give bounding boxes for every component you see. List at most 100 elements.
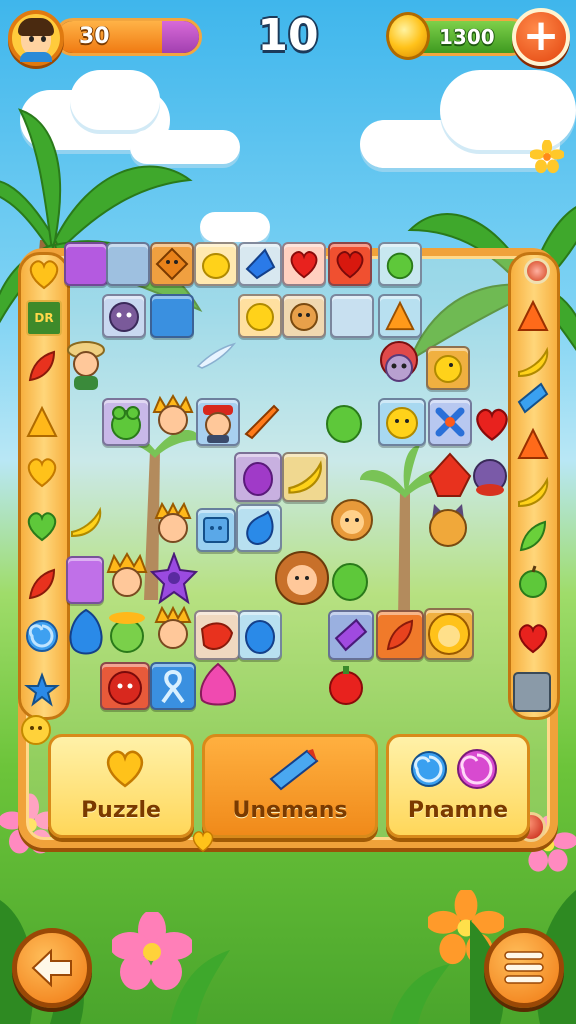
tile-green-apple[interactable] <box>378 242 422 286</box>
red-hair-character[interactable] <box>372 340 426 394</box>
spiky-hair-kid[interactable] <box>150 394 196 446</box>
swirl-candy-icon[interactable] <box>24 618 60 654</box>
tile-orange-diamond[interactable] <box>150 242 194 286</box>
spiky-kid-icon <box>106 552 148 597</box>
purple-flower-icon <box>150 552 198 605</box>
banana-icon[interactable] <box>515 344 551 380</box>
tile-dog-character[interactable] <box>282 294 326 338</box>
frog-kid[interactable] <box>104 608 150 658</box>
player-avatar[interactable] <box>8 10 64 66</box>
triangle-gem-icon[interactable] <box>515 298 551 334</box>
leaf-gem-icon[interactable] <box>24 348 60 384</box>
tile-red-heart[interactable] <box>282 242 326 286</box>
tile-purple-gem[interactable] <box>66 556 104 604</box>
puzzle-power-button[interactable]: Puzzle <box>48 734 194 838</box>
star-gem-icon[interactable] <box>24 672 60 708</box>
purple-flower[interactable] <box>150 552 198 606</box>
avatar-eye <box>41 36 46 42</box>
crown-kid[interactable] <box>150 604 196 658</box>
spiky-kid[interactable] <box>104 552 150 608</box>
robot-block-icon[interactable] <box>513 672 551 712</box>
bird-character-icon <box>473 459 507 496</box>
apple-icon <box>326 405 362 443</box>
heart-icon[interactable] <box>515 620 551 656</box>
blue-drop-icon <box>245 620 275 654</box>
banana[interactable] <box>66 504 106 540</box>
tile-monster[interactable] <box>102 294 146 338</box>
tile-purple-shard[interactable] <box>328 610 374 660</box>
tile-blue-drop[interactable] <box>238 610 282 660</box>
tile-blue-ribbon[interactable] <box>150 662 196 710</box>
pink-jelly[interactable] <box>196 660 240 708</box>
tile-red-heart[interactable] <box>328 242 372 286</box>
frog-icon <box>111 406 141 440</box>
tile-sun-lion[interactable] <box>424 608 474 660</box>
lion-cub[interactable] <box>328 496 376 546</box>
feather-icon <box>196 342 236 369</box>
arrow-token[interactable] <box>244 400 280 440</box>
lion-character-icon <box>275 551 329 605</box>
lion-character[interactable] <box>274 548 330 608</box>
red-gem[interactable] <box>428 452 472 498</box>
banana-icon <box>71 506 102 538</box>
tile-cross-gem[interactable] <box>428 398 472 446</box>
crystal-shard-icon[interactable] <box>515 380 551 416</box>
apple-icon[interactable] <box>515 564 551 600</box>
tile-banana[interactable] <box>282 452 328 502</box>
unemans-power-button[interactable]: Unemans <box>202 734 378 838</box>
tile-purple-flower[interactable] <box>234 452 282 502</box>
menu-button[interactable] <box>484 928 564 1008</box>
tile-blue-block[interactable] <box>150 294 194 338</box>
triangle-gem-icon[interactable] <box>515 426 551 462</box>
red-heart[interactable] <box>472 404 512 444</box>
tile-chick[interactable] <box>426 346 470 390</box>
green-apple[interactable] <box>324 398 364 444</box>
heart-icon[interactable] <box>26 256 62 292</box>
banana-icon[interactable] <box>515 474 551 510</box>
leaf-gem-icon[interactable] <box>24 566 60 602</box>
chick-icon <box>434 355 462 383</box>
pnamne-power-label: Pnamne <box>407 798 509 823</box>
tile-orange-triangle[interactable] <box>378 294 422 338</box>
apple-icon <box>332 563 368 601</box>
tile-lemon[interactable] <box>194 242 238 286</box>
pink-jelly-icon <box>200 662 236 706</box>
heart-icon[interactable] <box>24 508 60 544</box>
tile-yellow-blob[interactable] <box>378 398 426 446</box>
tile-pale-block[interactable] <box>330 294 374 338</box>
tile-green-frog[interactable] <box>102 398 150 446</box>
cat-character[interactable] <box>424 500 472 552</box>
leaf-gem-icon <box>386 619 414 651</box>
explorer-character[interactable] <box>66 340 106 392</box>
blue-gem[interactable] <box>66 606 106 658</box>
pnamne-power-button[interactable]: Pnamne <box>386 734 530 838</box>
pirate-icon <box>203 405 233 443</box>
frog-kid-icon <box>109 612 145 653</box>
red-berry[interactable] <box>326 662 366 706</box>
lion-cub-icon <box>331 499 373 541</box>
tile-purple-gem[interactable] <box>64 242 108 286</box>
tile-red-bird[interactable] <box>194 610 240 660</box>
heart-icon[interactable] <box>24 454 60 490</box>
crown-kid[interactable] <box>150 500 196 552</box>
tile-blue-drop[interactable] <box>236 504 282 552</box>
tile-orange-leaf[interactable] <box>376 610 424 660</box>
cloud <box>200 212 270 242</box>
yellow-blob-icon <box>386 407 418 439</box>
green-apple[interactable] <box>330 556 370 602</box>
heart-icon <box>106 750 144 788</box>
tile-pirate-character[interactable] <box>196 398 240 446</box>
rail-badge[interactable]: DR <box>26 300 62 336</box>
back-button[interactable] <box>12 928 92 1008</box>
tile-red-monster[interactable] <box>100 662 150 710</box>
tile-blue-block[interactable] <box>106 242 150 286</box>
triangle-gem-icon[interactable] <box>24 404 60 440</box>
tile-blue-shard[interactable] <box>238 242 282 286</box>
bird-character[interactable] <box>470 452 510 500</box>
tile-blue-cube[interactable] <box>196 508 236 552</box>
small-heart-icon <box>192 831 214 852</box>
add-coins-button[interactable]: + <box>512 8 570 66</box>
leaf-gem-icon[interactable] <box>515 518 551 554</box>
ribbon-icon <box>161 669 185 704</box>
tile-lemon[interactable] <box>238 294 282 338</box>
